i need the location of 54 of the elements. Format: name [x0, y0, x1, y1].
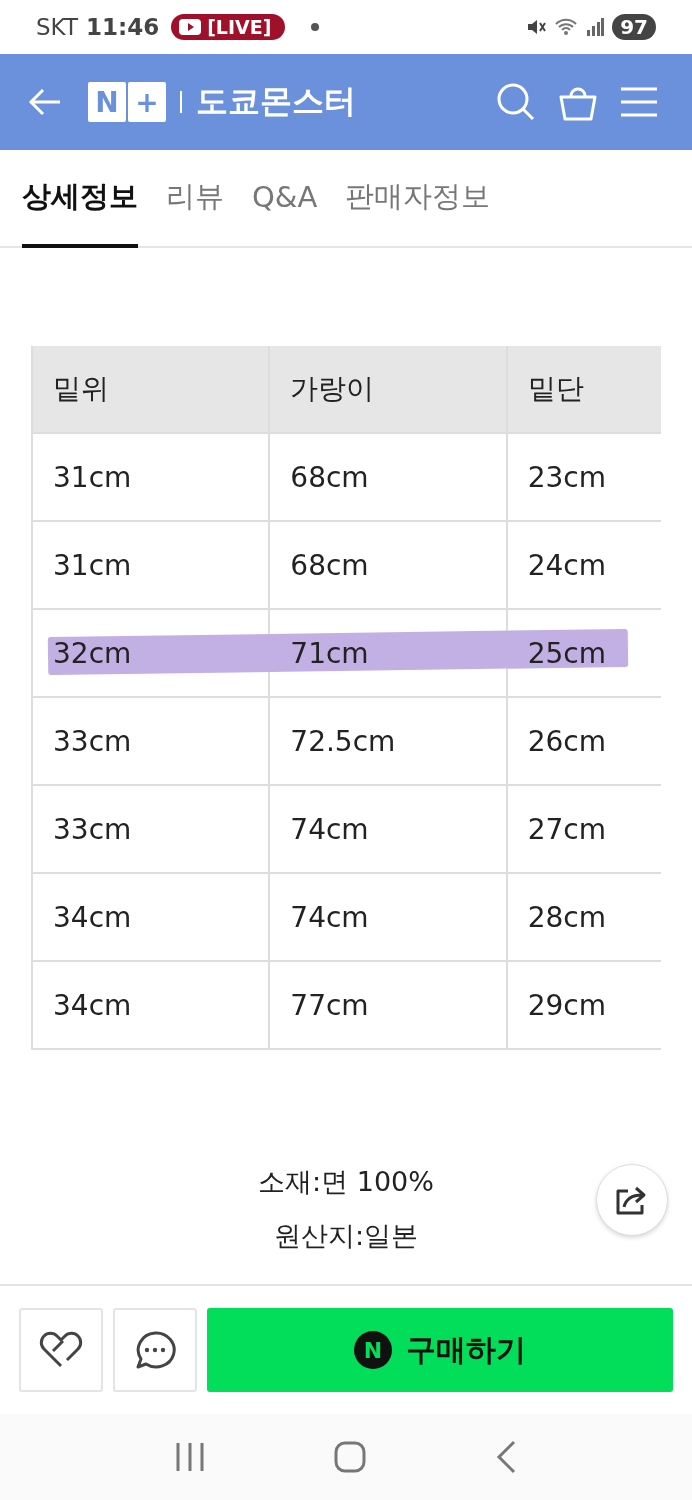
chat-icon [134, 1330, 176, 1370]
search-icon[interactable] [496, 82, 536, 122]
logo-letter: N [88, 82, 126, 122]
table-cell: 74cm [269, 785, 507, 873]
back-nav-icon[interactable] [495, 1440, 518, 1474]
heart-icon [39, 1331, 83, 1369]
table-cell: 26cm [506, 697, 661, 785]
tab[interactable]: Q&A [252, 150, 318, 248]
column-header: 밑위 [32, 346, 270, 433]
table-cell: 23cm [506, 433, 661, 521]
column-header: 가랑이 [269, 346, 507, 433]
table-cell: 27cm [506, 785, 661, 873]
column-header: 밑단 [506, 346, 661, 433]
mute-icon [526, 18, 547, 36]
logo-plus: + [128, 82, 166, 122]
menu-icon[interactable] [620, 86, 658, 118]
battery-level: 97 [612, 14, 656, 40]
carrier: SKT [36, 14, 78, 40]
table-cell: 28cm [506, 873, 661, 961]
table-cell: 34cm [32, 961, 270, 1049]
chat-button[interactable] [113, 1308, 197, 1392]
naver-badge: N [354, 1331, 392, 1369]
dot-icon [311, 23, 320, 31]
signal-icon [586, 18, 605, 36]
wishlist-button[interactable] [19, 1308, 103, 1392]
table-cell: 25cm [506, 609, 661, 697]
recent-apps-icon[interactable] [174, 1442, 205, 1472]
clock-time: 11:46 [85, 14, 160, 40]
tab[interactable]: 판매자정보 [345, 150, 491, 248]
table-cell: 77cm [269, 961, 507, 1049]
table-cell: 72.5cm [269, 697, 507, 785]
detail-text: 원산지:일본 [273, 1219, 419, 1253]
table-cell: 68cm [269, 433, 507, 521]
table-cell: 74cm [269, 873, 507, 961]
play-icon [179, 19, 202, 35]
table-cell: 33cm [32, 697, 270, 785]
store-name: 도쿄몬스터 [196, 81, 356, 122]
table-cell: 24cm [506, 521, 661, 609]
table-cell: 71cm [269, 609, 507, 697]
wifi-icon [554, 18, 579, 36]
table-cell: 68cm [269, 521, 507, 609]
live-badge: [LIVE] [171, 14, 286, 40]
home-icon[interactable] [334, 1441, 366, 1473]
share-button[interactable] [596, 1164, 668, 1236]
detail-text: 소재:면 100% [258, 1165, 434, 1199]
tab[interactable]: 리뷰 [166, 150, 224, 248]
table-cell: 31cm [32, 433, 270, 521]
table-cell: 29cm [506, 961, 661, 1049]
table-cell: 34cm [32, 873, 270, 961]
table-cell: 31cm [32, 521, 270, 609]
buy-button[interactable]: N 구매하기 [207, 1308, 673, 1392]
table-cell: 33cm [32, 785, 270, 873]
tab[interactable]: 상세정보 [22, 150, 138, 248]
back-icon[interactable] [28, 87, 62, 117]
